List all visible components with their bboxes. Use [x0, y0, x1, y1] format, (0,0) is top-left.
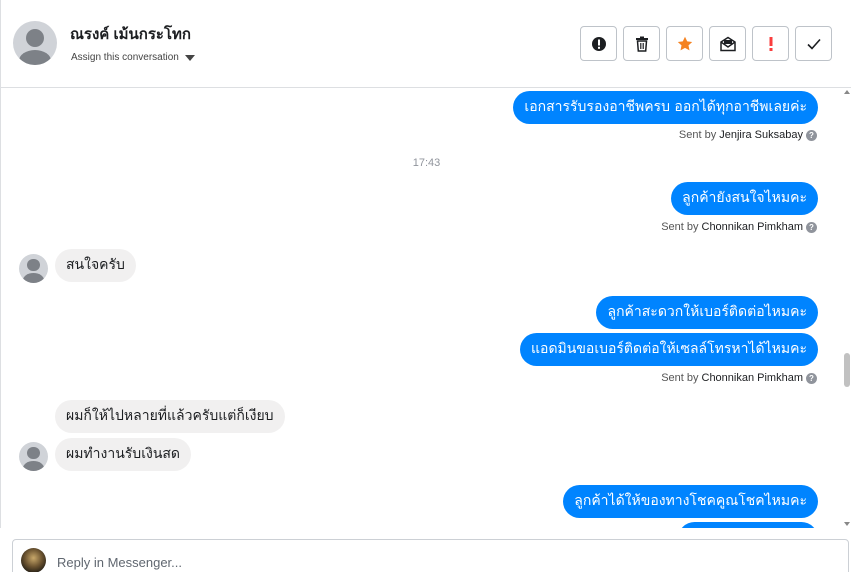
incoming-message: สนใจครับ — [55, 249, 136, 282]
scroll-up-icon[interactable] — [844, 90, 850, 94]
help-icon[interactable]: ? — [806, 129, 817, 141]
mark-done-button[interactable] — [795, 26, 832, 61]
outgoing-message: ลูกค้าได้ให้ของทางโชคคูณโชคไหมคะ — [563, 485, 818, 518]
help-icon[interactable]: ? — [806, 221, 817, 233]
thread-scrollbar[interactable] — [843, 88, 851, 528]
outgoing-message: แอดมินขอเบอร์ติดต่อให้เซลล์โทรหาได้ไหมคะ — [520, 333, 818, 366]
contact-avatar — [19, 442, 48, 471]
scroll-thumb[interactable] — [844, 353, 850, 387]
contact-avatar — [19, 254, 48, 283]
sent-by-label: Sent by Chonnikan Pimkham ? — [661, 372, 817, 384]
assign-label: Assign this conversation — [71, 52, 179, 63]
reply-composer — [12, 539, 849, 572]
sent-by-label: Sent by Chonnikan Pimkham ? — [661, 221, 817, 233]
conversation-actions — [580, 26, 832, 61]
outgoing-message: ลูกค้ายังสนใจไหมคะ — [671, 182, 818, 215]
contact-name[interactable]: ณรงค์ เม้นกระโทก — [70, 22, 191, 46]
sent-by-label: Sent by Jenjira Suksabay ? — [679, 129, 817, 141]
mark-important-button[interactable] — [752, 26, 789, 61]
assign-conversation-dropdown[interactable]: Assign this conversation — [71, 52, 195, 63]
star-button[interactable] — [666, 26, 703, 61]
exclamation-icon — [769, 36, 772, 51]
page-avatar — [21, 548, 46, 572]
sender-name: Chonnikan Pimkham — [701, 221, 804, 233]
trash-icon — [635, 36, 648, 52]
sent-by-prefix: Sent by — [661, 221, 699, 233]
outgoing-message: เอกสารรับรองอาชีพครบ ออกได้ทุกอาชีพเลยค่… — [513, 91, 818, 124]
outgoing-message-partial — [678, 522, 818, 528]
outgoing-message: ลูกค้าสะดวกให้เบอร์ติดต่อไหมคะ — [596, 296, 818, 329]
sent-by-prefix: Sent by — [678, 129, 717, 141]
sender-name: Jenjira Suksabay — [719, 129, 803, 141]
sent-by-prefix: Sent by — [661, 372, 699, 384]
check-icon — [806, 38, 821, 50]
star-icon — [677, 36, 692, 50]
mark-unread-button[interactable] — [709, 26, 746, 61]
incoming-message: ผมก็ให้ไปหลายที่แล้วครับแต่ก็เงียบ — [55, 400, 285, 433]
caret-down-icon — [184, 54, 195, 61]
mark-spam-button[interactable] — [580, 26, 617, 61]
delete-button[interactable] — [623, 26, 660, 61]
incoming-message: ผมทำงานรับเงินสด — [55, 438, 192, 471]
scroll-down-icon[interactable] — [844, 522, 850, 526]
sender-name: Chonnikan Pimkham — [701, 372, 804, 384]
help-icon[interactable]: ? — [806, 372, 817, 384]
conversation-header: ณรงค์ เม้นกระโทก Assign this conversatio… — [0, 0, 851, 88]
message-timestamp: 17:43 — [412, 157, 441, 169]
alert-circle-icon — [591, 36, 606, 51]
contact-avatar[interactable] — [13, 21, 57, 65]
message-thread[interactable]: เอกสารรับรองอาชีพครบ ออกได้ทุกอาชีพเลยค่… — [0, 88, 851, 528]
reply-input[interactable] — [57, 552, 837, 572]
mail-icon — [719, 36, 736, 51]
